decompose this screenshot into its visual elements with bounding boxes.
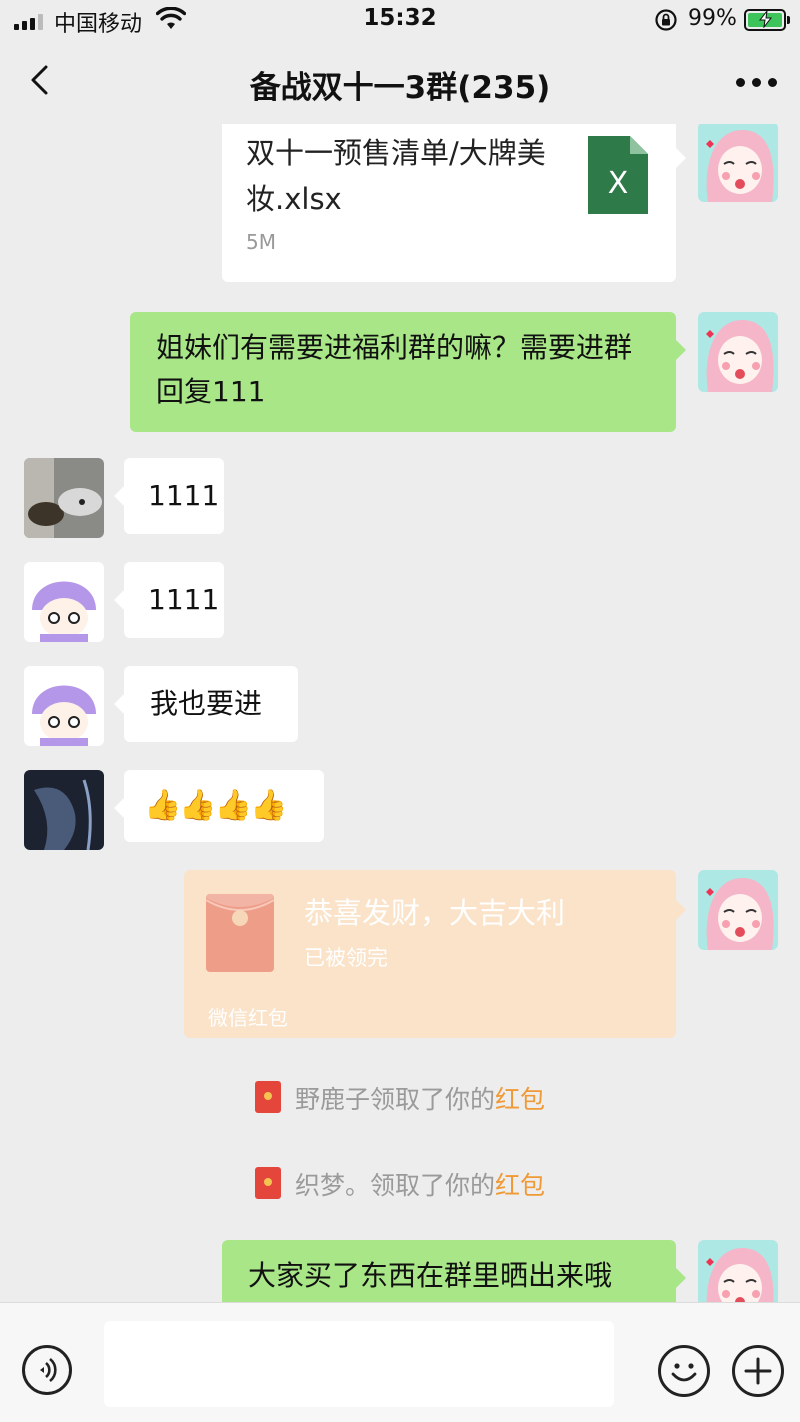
file-size: 5M	[246, 230, 276, 254]
voice-icon[interactable]	[22, 1345, 72, 1395]
message-bubble-incoming[interactable]: 我也要进	[124, 666, 298, 742]
red-packet-footer: 微信红包	[208, 1006, 288, 1030]
member-avatar[interactable]	[24, 458, 104, 538]
orientation-lock-icon	[655, 9, 677, 31]
red-packet-icon	[254, 1081, 281, 1113]
red-envelope-icon	[206, 894, 274, 972]
message-text: 1111	[148, 479, 220, 512]
plus-icon[interactable]	[732, 1345, 784, 1397]
message-bubble-outgoing[interactable]: 姐妹们有需要进福利群的嘛？需要进群回复111	[130, 312, 676, 432]
red-packet-link[interactable]: 红包	[495, 1085, 545, 1114]
member-avatar[interactable]	[24, 770, 104, 850]
emoji-smiley-icon[interactable]	[658, 1345, 710, 1397]
message-text: 大家买了东西在群里晒出来哦	[248, 1259, 613, 1292]
input-bar	[0, 1302, 800, 1422]
my-avatar[interactable]	[698, 870, 778, 950]
my-avatar[interactable]	[698, 312, 778, 392]
file-name: 双十一预售清单/大牌美妆.xlsx	[246, 136, 546, 216]
my-avatar[interactable]	[698, 124, 778, 202]
excel-file-letter: X	[607, 166, 629, 201]
system-notice: 野鹿子领取了你的红包	[0, 1080, 800, 1116]
clock: 15:32	[363, 5, 437, 31]
file-message[interactable]: 双十一预售清单/大牌美妆.xlsx 5M X	[222, 124, 676, 282]
message-emoji: 👍👍👍👍	[144, 788, 287, 823]
message-text: 1111	[148, 583, 220, 616]
member-avatar[interactable]	[24, 562, 104, 642]
status-bar: 中国移动 15:32 99%	[0, 0, 800, 40]
message-input[interactable]	[104, 1321, 614, 1407]
message-bubble-incoming[interactable]: 1111	[124, 562, 224, 638]
message-text: 姐妹们有需要进福利群的嘛？需要进群回复111	[156, 331, 633, 408]
more-ellipsis-icon[interactable]	[736, 78, 778, 88]
message-list[interactable]: 双十一预售清单/大牌美妆.xlsx 5M X 姐妹们有需要进福利群的嘛？需要进群…	[0, 124, 800, 1302]
red-packet-link[interactable]: 红包	[495, 1171, 545, 1200]
system-notice-text: 织梦。领取了你的	[294, 1171, 495, 1200]
message-text: 我也要进	[150, 687, 263, 720]
my-avatar[interactable]	[698, 1240, 778, 1302]
red-packet-icon	[254, 1167, 281, 1199]
message-bubble-incoming[interactable]: 👍👍👍👍	[124, 770, 324, 842]
chat-title: 备战双十一3群(235)	[249, 70, 551, 106]
red-packet-status: 已被领完	[304, 946, 388, 970]
nav-bar: 备战双十一3群(235)	[0, 40, 800, 124]
red-packet-title: 恭喜发财，大吉大利	[304, 896, 566, 930]
battery-percent: 99%	[688, 6, 737, 31]
member-avatar[interactable]	[24, 666, 104, 746]
system-notice: 织梦。领取了你的红包	[0, 1166, 800, 1202]
system-notice-text: 野鹿子领取了你的	[294, 1085, 495, 1114]
message-bubble-incoming[interactable]: 1111	[124, 458, 224, 534]
message-bubble-outgoing[interactable]: 大家买了东西在群里晒出来哦	[222, 1240, 676, 1302]
battery-icon	[744, 9, 790, 31]
red-packet-message[interactable]: 恭喜发财，大吉大利 已被领完 微信红包	[184, 870, 676, 1038]
